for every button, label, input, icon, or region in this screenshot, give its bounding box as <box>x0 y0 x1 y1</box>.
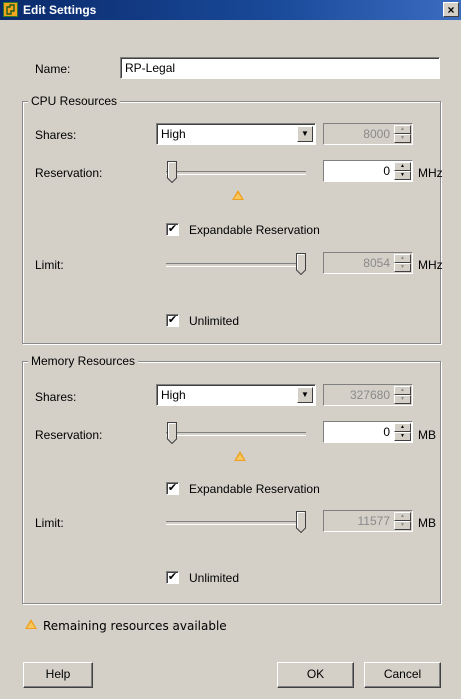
help-button[interactable]: Help <box>23 662 93 688</box>
spin-down-icon: ▼ <box>394 521 411 530</box>
memory-unlimited-label: Unlimited <box>189 571 240 585</box>
memory-group-title: Memory Resources <box>28 354 139 368</box>
spin-up-icon[interactable]: ▲ <box>394 162 411 171</box>
slider-thumb-icon[interactable] <box>167 161 177 183</box>
cpu-expandable-checkbox[interactable]: ✔ <box>166 223 179 236</box>
cpu-limit-unit: MHz <box>418 258 443 272</box>
name-label: Name: <box>35 62 71 76</box>
name-input[interactable]: RP-Legal <box>120 57 440 79</box>
slider-thumb-icon[interactable] <box>167 422 177 444</box>
ok-button[interactable]: OK <box>277 662 354 688</box>
slider-thumb-icon[interactable] <box>296 511 306 533</box>
title-bar: Edit Settings × <box>0 0 461 20</box>
cpu-reservation-label: Reservation: <box>35 166 103 180</box>
cpu-unlimited-label: Unlimited <box>189 314 240 328</box>
spin-down-icon[interactable]: ▼ <box>394 432 411 441</box>
cpu-limit-slider[interactable] <box>166 252 306 278</box>
cpu-limit-spinner: 8054 ▲ ▼ <box>323 252 413 274</box>
spin-up-icon: ▲ <box>394 386 411 395</box>
cpu-shares-spinner: 8000 ▲ ▼ <box>323 123 413 145</box>
memory-reservation-label: Reservation: <box>35 428 103 442</box>
memory-shares-number: 327680 <box>349 388 390 402</box>
cpu-reservation-unit: MHz <box>418 166 443 180</box>
cpu-shares-label: Shares: <box>35 128 77 142</box>
window-title: Edit Settings <box>23 3 97 17</box>
cpu-expandable-label: Expandable Reservation <box>189 223 320 237</box>
app-settings-icon <box>3 2 18 17</box>
warning-triangle-icon <box>234 451 246 461</box>
memory-reservation-spinner[interactable]: 0 ▲ ▼ <box>323 421 413 443</box>
warning-triangle-icon <box>232 190 244 200</box>
cpu-limit-value: 8054 <box>363 256 390 270</box>
warning-triangle-icon <box>25 619 37 629</box>
memory-limit-spinner: 11577 ▲ ▼ <box>323 510 413 532</box>
cpu-reservation-slider[interactable] <box>166 160 306 186</box>
spin-up-icon: ▲ <box>394 125 411 134</box>
memory-reservation-slider[interactable] <box>166 421 306 447</box>
memory-limit-value: 11577 <box>357 514 390 528</box>
spin-down-icon[interactable]: ▼ <box>394 171 411 180</box>
cpu-shares-value: High <box>161 127 186 141</box>
memory-shares-label: Shares: <box>35 390 77 404</box>
memory-limit-label: Limit: <box>35 516 64 530</box>
cpu-group-title: CPU Resources <box>28 94 121 108</box>
cpu-shares-dropdown[interactable]: High ▼ <box>156 123 316 145</box>
memory-shares-value: High <box>161 388 186 402</box>
memory-shares-spinner: 327680 ▲ ▼ <box>323 384 413 406</box>
memory-expandable-checkbox[interactable]: ✔ <box>166 482 179 495</box>
spin-down-icon: ▼ <box>394 395 411 404</box>
chevron-down-icon[interactable]: ▼ <box>297 126 313 142</box>
memory-limit-unit: MB <box>418 516 436 530</box>
memory-expandable-label: Expandable Reservation <box>189 482 320 496</box>
cpu-shares-number: 8000 <box>363 127 390 141</box>
slider-thumb-icon[interactable] <box>296 253 306 275</box>
cpu-reservation-value: 0 <box>383 164 390 178</box>
cancel-button[interactable]: Cancel <box>364 662 441 688</box>
memory-limit-slider[interactable] <box>166 510 306 536</box>
cpu-limit-label: Limit: <box>35 258 64 272</box>
spin-up-icon: ▲ <box>394 254 411 263</box>
memory-reservation-unit: MB <box>418 428 436 442</box>
cpu-unlimited-checkbox[interactable]: ✔ <box>166 314 179 327</box>
memory-shares-dropdown[interactable]: High ▼ <box>156 384 316 406</box>
memory-reservation-value: 0 <box>383 425 390 439</box>
legend-text: Remaining resources available <box>43 619 227 633</box>
spin-up-icon[interactable]: ▲ <box>394 423 411 432</box>
chevron-down-icon[interactable]: ▼ <box>297 387 313 403</box>
close-button[interactable]: × <box>443 2 459 17</box>
spin-up-icon: ▲ <box>394 512 411 521</box>
spin-down-icon: ▼ <box>394 134 411 143</box>
cpu-reservation-spinner[interactable]: 0 ▲ ▼ <box>323 160 413 182</box>
memory-unlimited-checkbox[interactable]: ✔ <box>166 571 179 584</box>
spin-down-icon: ▼ <box>394 263 411 272</box>
